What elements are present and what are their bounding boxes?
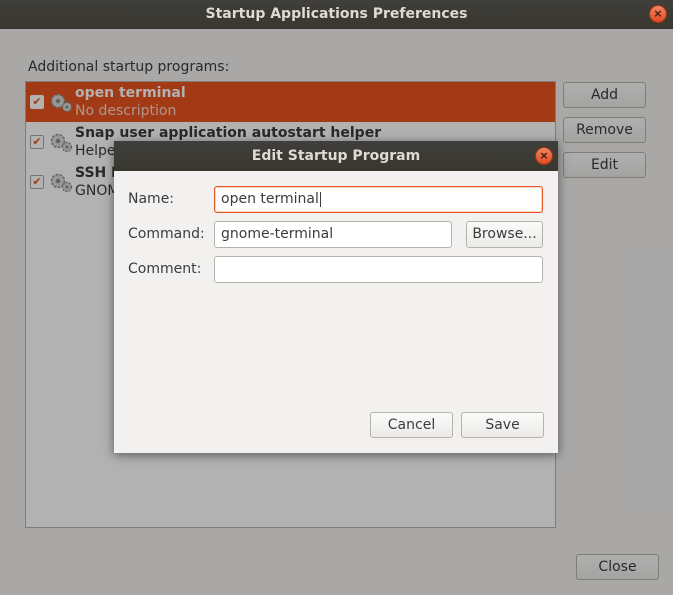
command-field[interactable]: gnome-terminal — [214, 221, 452, 248]
dialog-titlebar: Edit Startup Program — [114, 141, 558, 171]
text-caret — [319, 191, 321, 207]
command-label: Command: — [128, 226, 205, 242]
command-value: gnome-terminal — [221, 226, 334, 242]
comment-label: Comment: — [128, 261, 202, 277]
browse-button[interactable]: Browse... — [466, 221, 543, 248]
edit-startup-program-dialog: Edit Startup Program × Name: open termin… — [114, 141, 558, 453]
name-field[interactable]: open terminal — [214, 186, 543, 213]
name-label: Name: — [128, 191, 175, 207]
window-title: Startup Applications Preferences — [205, 6, 468, 22]
window-close-icon[interactable]: × — [649, 5, 667, 23]
cancel-button[interactable]: Cancel — [370, 412, 453, 438]
dialog-title: Edit Startup Program — [251, 148, 421, 164]
window-titlebar: Startup Applications Preferences — [0, 0, 673, 29]
dialog-close-icon[interactable]: × — [535, 147, 553, 165]
name-value: open terminal — [221, 191, 319, 207]
save-button[interactable]: Save — [461, 412, 544, 438]
comment-field[interactable] — [214, 256, 543, 283]
